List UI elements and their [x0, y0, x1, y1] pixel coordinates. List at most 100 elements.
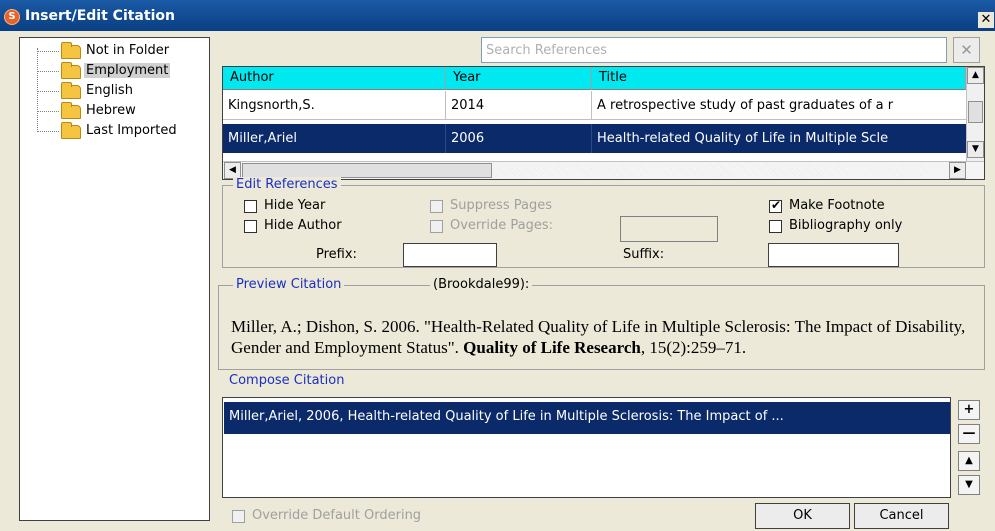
checkmark-icon: ✔ [771, 198, 782, 212]
plus-icon: + [963, 402, 975, 417]
tree-item-last-imported[interactable]: Last Imported [37, 121, 211, 141]
override-pages-field[interactable] [620, 216, 718, 242]
table-row[interactable]: Kingsnorth,S. 2014 A retrospective study… [223, 91, 966, 120]
cell-author: Miller,Ariel [223, 124, 446, 153]
search-clear-button[interactable]: ✕ [953, 37, 980, 63]
override-pages-checkbox[interactable]: Override Pages: [430, 218, 590, 236]
compose-citation-list[interactable]: Miller,Ariel, 2006, Health-related Quali… [222, 397, 951, 498]
group-title: Edit References [233, 177, 341, 192]
preview-citation-text: Miller, A.; Dishon, S. 2006. "Health-Rel… [231, 316, 981, 376]
close-icon[interactable]: ✕ [978, 12, 994, 28]
window-title: Insert/Edit Citation [25, 8, 175, 24]
tree-item-label: Last Imported [86, 123, 177, 138]
citation-style-label: (Brookdale99): [430, 277, 533, 292]
prefix-input[interactable] [404, 244, 496, 266]
tree-item-label: Not in Folder [86, 43, 170, 58]
edit-references-group: Edit References Hide Year Hide Author Su… [222, 177, 985, 268]
override-pages-input[interactable] [621, 217, 717, 241]
search-input[interactable] [482, 38, 946, 62]
suffix-label: Suffix: [623, 247, 665, 262]
folder-open-icon [61, 62, 81, 79]
scroll-track [493, 163, 948, 178]
move-up-button[interactable]: ▲ [958, 451, 980, 471]
cell-year: 2006 [446, 124, 592, 153]
checkbox-label: Override Pages: [450, 218, 554, 233]
tree-connector [37, 91, 59, 92]
preview-text-tail: , 15(2):259–71. [640, 338, 747, 357]
checkbox-label: Hide Author [264, 218, 342, 233]
cell-year: 2014 [446, 91, 592, 119]
checkbox-box [232, 510, 245, 523]
clear-icon: ✕ [960, 41, 973, 59]
arrow-up-icon: ▲ [965, 455, 973, 466]
folder-closed-icon [61, 102, 81, 119]
add-citation-button[interactable]: + [958, 400, 980, 420]
folder-closed-icon [61, 82, 81, 99]
references-grid[interactable]: Author Year Title Kingsnorth,S. 2014 A r… [222, 66, 985, 180]
tree-connector-line [37, 48, 38, 132]
checkbox-label: Hide Year [264, 198, 326, 213]
tree-connector [37, 51, 59, 52]
checkbox-box [430, 220, 443, 233]
tree-item-hebrew[interactable]: Hebrew [37, 101, 211, 121]
tree-item-english[interactable]: English [37, 81, 211, 101]
preview-text-journal: Quality of Life Research [463, 338, 641, 357]
tree-item-employment[interactable]: Employment [37, 61, 211, 81]
suppress-pages-checkbox[interactable]: Suppress Pages [430, 198, 590, 216]
checkbox-label: Make Footnote [789, 198, 885, 213]
cancel-button[interactable]: Cancel [854, 503, 949, 529]
citation-dialog: S Insert/Edit Citation ✕ Not in Folder E… [0, 0, 995, 531]
compose-citation-title: Compose Citation [229, 373, 345, 388]
app-icon: S [4, 9, 20, 25]
scroll-thumb[interactable] [968, 101, 983, 123]
ok-button[interactable]: OK [755, 503, 850, 529]
vertical-scrollbar[interactable]: ▲ ▼ [966, 67, 984, 161]
bibliography-only-checkbox[interactable]: Bibliography only [769, 218, 959, 236]
tree-item-label: Employment [84, 63, 171, 78]
scroll-thumb[interactable] [242, 163, 492, 178]
tree-item-not-in-folder[interactable]: Not in Folder [37, 41, 211, 61]
scroll-right-icon[interactable]: ▶ [949, 162, 966, 179]
tree-connector [37, 131, 59, 132]
make-footnote-checkbox[interactable]: ✔ Make Footnote [769, 198, 929, 216]
cell-title: A retrospective study of past graduates … [597, 98, 894, 113]
preview-citation-group: Preview Citation (Brookdale99): Miller, … [218, 277, 985, 370]
checkbox-label: Override Default Ordering [252, 508, 422, 523]
checkbox-box [769, 220, 782, 233]
scroll-up-icon[interactable]: ▲ [967, 67, 984, 84]
column-header-year[interactable]: Year [446, 67, 592, 90]
search-box [481, 37, 947, 63]
scroll-down-icon[interactable]: ▼ [967, 141, 984, 158]
move-down-button[interactable]: ▼ [958, 475, 980, 495]
tree-item-label: Hebrew [86, 103, 136, 118]
checkbox-label: Suppress Pages [450, 198, 552, 213]
prefix-label: Prefix: [316, 247, 357, 262]
checkbox-box: ✔ [769, 198, 782, 213]
tree-connector [37, 111, 59, 112]
checkbox-label: Bibliography only [789, 218, 903, 233]
checkbox-box [244, 200, 257, 213]
cell-author: Kingsnorth,S. [223, 91, 446, 119]
suffix-input[interactable] [769, 244, 898, 266]
title-bar[interactable]: S Insert/Edit Citation ✕ [0, 0, 995, 31]
checkbox-box [430, 200, 443, 213]
hide-year-checkbox[interactable]: Hide Year [244, 198, 364, 216]
minus-icon: — [962, 426, 976, 441]
tree-connector [37, 71, 59, 72]
checkbox-box [244, 220, 257, 233]
folder-closed-icon [61, 122, 81, 139]
prefix-field[interactable] [403, 243, 497, 267]
tree-item-label: English [86, 83, 133, 98]
folder-closed-icon [61, 42, 81, 59]
override-default-ordering-checkbox[interactable]: Override Default Ordering [232, 508, 492, 526]
group-title: Preview Citation [233, 277, 345, 292]
arrow-down-icon: ▼ [965, 479, 973, 490]
hide-author-checkbox[interactable]: Hide Author [244, 218, 364, 236]
remove-citation-button[interactable]: — [958, 424, 980, 444]
folder-tree[interactable]: Not in Folder Employment English Hebrew … [19, 37, 210, 521]
list-item[interactable]: Miller,Ariel, 2006, Health-related Quali… [224, 402, 950, 434]
column-header-author[interactable]: Author [223, 67, 446, 90]
column-header-title[interactable]: Title [592, 67, 966, 90]
table-row-selected[interactable]: Miller,Ariel 2006 Health-related Quality… [223, 124, 966, 153]
suffix-field[interactable] [768, 243, 899, 267]
